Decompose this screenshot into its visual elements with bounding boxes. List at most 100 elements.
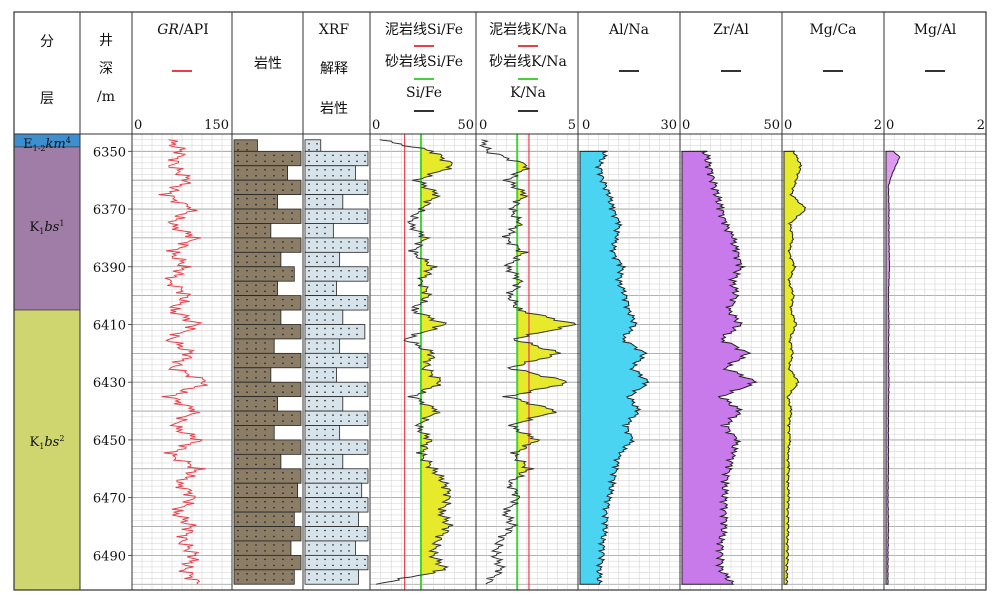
kna-header-curve: K/Na [510,85,546,101]
xrf-bed-grain [308,457,310,460]
lith-bed-grain [273,558,275,561]
lith-bed-grain [273,457,275,460]
zral-scale-max: 50 [763,118,780,133]
xrf-bed [304,396,344,412]
xrf-bed-grain [324,232,326,235]
xrf-bed [304,280,337,297]
zone3-sup: 2 [59,434,64,443]
xrf-bed-grain [340,414,342,416]
xrf-bed-grain [364,298,366,301]
xrf-bed [304,251,341,268]
xrf-bed-grain [324,261,326,264]
xrf-bed-grain [308,550,310,552]
lith-bed-grain [273,420,275,422]
xrf-bed-grain [316,356,318,359]
lith-bed-grain [282,212,284,214]
lith-bed [233,497,302,513]
xrf-bed-grain [364,558,366,561]
xrf-bed-grain [348,449,350,451]
lith-bed-grain [246,275,248,278]
lith-bed-grain [264,544,266,546]
xrf-bed-grain [316,500,318,503]
lith-bed-grain [246,319,248,321]
lith-bed-grain [237,247,239,249]
xrf-bed-grain [364,506,366,509]
lith-bed-grain [246,348,248,350]
lith-bed-grain [291,333,293,336]
lith-bed-grain [273,269,275,272]
xrf-bed [304,381,369,398]
lith-bed-grain [264,218,266,220]
xrf-bed-grain [348,414,350,416]
xrf-bed-grain [348,420,350,422]
xrf-bed-grain [348,521,350,523]
xrf-bed-grain [340,550,342,552]
lith-bed-grain [237,298,239,301]
xrf-bed-grain [348,500,350,503]
lith-bed-grain [246,168,248,171]
xrf-bed-grain [308,578,310,581]
lith-bed [233,208,302,224]
lith-bed-grain [237,218,239,220]
lith-bed-grain [282,544,284,546]
lith-bed-grain [264,420,266,422]
xrf-bed-grain [308,284,310,286]
xrf-bed-grain [316,521,318,523]
xrf-bed-grain [316,544,318,546]
xrf-bed-grain [324,370,326,373]
depth-tick-label: 6390 [93,261,126,276]
xrf-bed-grain [332,578,334,581]
lith-bed-grain [237,457,239,460]
lith-bed-grain [282,385,284,388]
lith-bed-grain [246,550,248,552]
sife-header-curve: Si/Fe [406,85,442,101]
xrf-bed-grain [316,414,318,416]
lith-bed-grain [255,544,257,546]
zone1-main: E [23,137,33,152]
lith-bed-grain [291,477,293,480]
lith-bed-grain [246,477,248,480]
xrf-bed-grain [356,356,358,359]
lith-bed-grain [255,168,257,171]
xrf-bed-grain [308,261,310,264]
lith-bed-grain [282,189,284,191]
lith-bed-grain [273,463,275,466]
xrf-bed-grain [316,558,318,561]
xrf-bed-grain [340,183,342,185]
lith-bed-grain [282,578,284,581]
lith-bed-grain [282,391,284,394]
lith-bed-grain [237,160,239,163]
xrf-bed-grain [324,160,326,163]
xrf-bed-grain [324,226,326,229]
xrf-bed-grain [356,298,358,301]
lith-bed-grain [255,290,257,292]
lith-bed-grain [291,247,293,249]
lith-bed-grain [246,420,248,422]
lith-bed-grain [237,232,239,235]
lith-bed-grain [264,275,266,278]
lith-bed-grain [273,385,275,388]
lith-bed-grain [255,284,257,286]
lith-bed-grain [264,290,266,292]
depth-tick-label: 6350 [93,145,126,160]
lith-bed-grain [282,506,284,509]
xrf-bed-grain [364,471,366,474]
xrf-bed-grain [332,492,334,495]
xrf-bed-grain [324,471,326,474]
xrf-bed-grain [324,428,326,431]
lith-bed-grain [291,578,293,581]
xrf-bed-grain [332,313,334,315]
xrf-bed-grain [364,218,366,220]
lith-bed-grain [255,342,257,344]
lith-bed-grain [246,241,248,243]
xrf-bed-grain [324,284,326,286]
lith-bed-grain [282,500,284,503]
lith-bed-grain [255,471,257,474]
lith-bed-grain [246,148,248,151]
xrf-bed-grain [316,183,318,185]
xrf-bed-grain [324,477,326,480]
xrf-bed-grain [324,572,326,575]
xrf-bed-grain [324,463,326,466]
xrf-bed-grain [340,154,342,157]
lith-bed-grain [255,356,257,359]
